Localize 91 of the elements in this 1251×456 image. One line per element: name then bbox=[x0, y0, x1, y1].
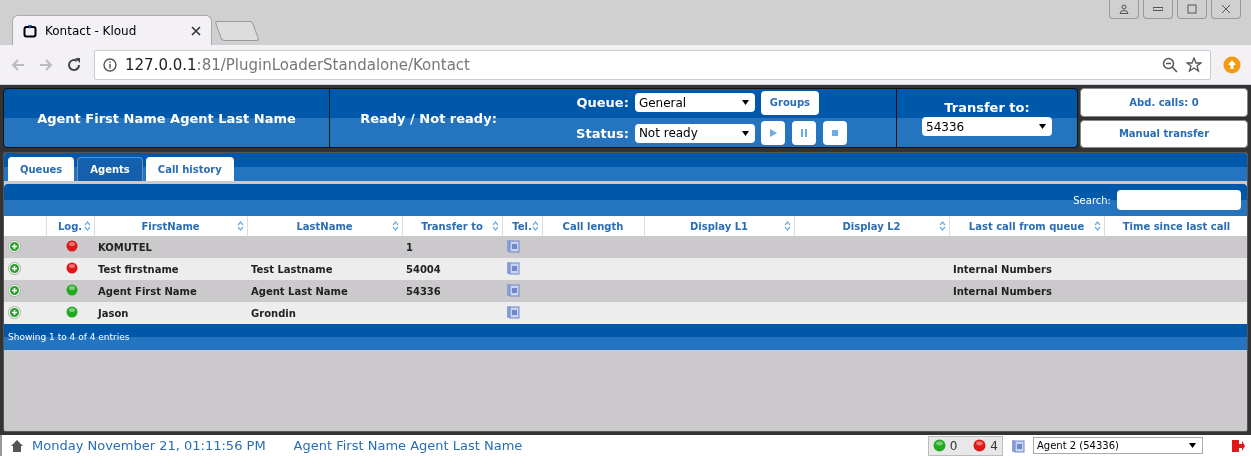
browser-tab[interactable]: Kontact - Kloud bbox=[12, 15, 212, 45]
column-header[interactable]: Call length bbox=[542, 216, 644, 236]
sort-icon[interactable] bbox=[531, 221, 539, 231]
table-cell: Internal Numbers bbox=[953, 263, 1052, 275]
update-icon[interactable] bbox=[1223, 55, 1241, 74]
offline-count: 4 bbox=[990, 438, 998, 453]
sort-icon[interactable] bbox=[938, 221, 946, 231]
table-cell: Agent Last Name bbox=[251, 285, 348, 297]
dropdown-caret-icon[interactable] bbox=[741, 100, 749, 106]
dropdown-caret-icon[interactable] bbox=[1189, 443, 1196, 448]
queue-select[interactable]: General bbox=[634, 93, 755, 113]
search-label: Search: bbox=[1073, 194, 1111, 206]
dropdown-caret-icon[interactable] bbox=[741, 130, 749, 136]
abandoned-calls-button[interactable]: Abd. calls: 0 bbox=[1080, 88, 1248, 117]
tab[interactable]: Queues bbox=[8, 157, 75, 181]
table-cell: Test firstname bbox=[98, 263, 179, 275]
dropdown-caret-icon[interactable] bbox=[1039, 124, 1046, 129]
info-icon[interactable] bbox=[103, 57, 117, 72]
star-icon[interactable] bbox=[1186, 56, 1202, 73]
tab[interactable]: Agents bbox=[77, 157, 143, 181]
sort-icon[interactable] bbox=[236, 221, 244, 231]
table-cell: Agent First Name bbox=[98, 285, 197, 297]
maximize-icon[interactable] bbox=[1177, 0, 1207, 19]
groups-button[interactable]: Groups bbox=[760, 90, 819, 115]
pause-button[interactable] bbox=[791, 121, 816, 146]
close-icon[interactable] bbox=[191, 25, 201, 36]
sort-icon[interactable] bbox=[391, 221, 399, 231]
column-header[interactable]: Tel. bbox=[502, 216, 542, 236]
table-cell: 54004 bbox=[406, 263, 441, 275]
desk-phone-icon bbox=[506, 305, 520, 319]
logout-icon[interactable] bbox=[1231, 438, 1245, 453]
manual-transfer-button[interactable]: Manual transfer bbox=[1080, 119, 1248, 148]
search-field[interactable] bbox=[1117, 190, 1241, 210]
sort-icon[interactable] bbox=[783, 221, 791, 231]
ready-label: Ready / Not ready: bbox=[360, 110, 497, 126]
table-cell: 1 bbox=[406, 241, 413, 253]
play-icon bbox=[768, 129, 777, 138]
column-header[interactable]: FirstName bbox=[94, 216, 247, 236]
table-cell: Internal Numbers bbox=[953, 285, 1052, 297]
add-icon[interactable] bbox=[8, 239, 21, 253]
online-count: 0 bbox=[949, 438, 958, 453]
column-header[interactable]: Last call from queue bbox=[949, 216, 1104, 236]
desk-phone-icon bbox=[506, 283, 520, 297]
table-cell: 54336 bbox=[406, 285, 441, 297]
new-tab-button[interactable] bbox=[214, 21, 260, 41]
column-header[interactable]: LastName bbox=[247, 216, 402, 236]
back-icon[interactable] bbox=[10, 56, 26, 73]
zoom-out-icon[interactable] bbox=[1162, 56, 1178, 73]
column-header[interactable]: Transfer to bbox=[402, 216, 502, 236]
queue-label: Queue: bbox=[575, 95, 629, 111]
status-dot-icon bbox=[932, 439, 946, 452]
minimize-icon[interactable] bbox=[1143, 0, 1173, 19]
table-cell: Grondin bbox=[251, 307, 296, 319]
pause-icon bbox=[799, 129, 808, 138]
stop-button[interactable] bbox=[822, 121, 847, 146]
table-cell: KOMUTEL bbox=[98, 241, 152, 253]
transfer-label: Transfer to: bbox=[944, 100, 1030, 115]
user-icon[interactable] bbox=[1109, 0, 1139, 19]
add-icon[interactable] bbox=[8, 305, 21, 319]
status-select[interactable]: Not ready bbox=[634, 123, 755, 143]
table-cell: Test Lastname bbox=[251, 263, 333, 275]
desk-phone-icon bbox=[506, 261, 520, 275]
column-header[interactable]: Display L1 bbox=[644, 216, 794, 236]
close-icon[interactable] bbox=[1211, 0, 1241, 19]
add-icon[interactable] bbox=[8, 283, 21, 297]
agent-name: Agent First Name Agent Last Name bbox=[37, 110, 296, 126]
stop-icon bbox=[831, 130, 838, 137]
sort-icon[interactable] bbox=[491, 221, 499, 231]
date-time: Monday November 21, 01:11:56 PM bbox=[32, 438, 266, 453]
power-icon bbox=[23, 23, 37, 38]
reload-icon[interactable] bbox=[66, 56, 82, 73]
sort-icon[interactable] bbox=[1093, 221, 1101, 231]
forward-icon[interactable] bbox=[38, 56, 54, 73]
sort-icon[interactable] bbox=[83, 221, 91, 231]
table-cell: Jason bbox=[98, 307, 129, 319]
entries-info: Showing 1 to 4 of 4 entries bbox=[8, 332, 130, 342]
column-header[interactable]: Display L2 bbox=[794, 216, 949, 236]
status-dot-icon bbox=[973, 439, 987, 452]
tab[interactable]: Call history bbox=[145, 157, 234, 181]
home-icon[interactable] bbox=[10, 438, 24, 453]
play-button[interactable] bbox=[760, 121, 785, 146]
address-field[interactable]: 127.0.0.1:81/PluginLoaderStandalone/Kontact bbox=[94, 49, 1211, 80]
agent-name: Agent First Name Agent Last Name bbox=[293, 438, 523, 453]
status-label: Status: bbox=[575, 125, 629, 141]
desk-phone-icon bbox=[506, 239, 520, 253]
desk-phone-icon bbox=[1011, 438, 1025, 453]
column-header[interactable]: Log. bbox=[46, 216, 94, 236]
column-header[interactable]: Time since last call bbox=[1104, 216, 1247, 236]
phone-select[interactable]: Agent 2 (54336) bbox=[1033, 437, 1203, 454]
add-icon[interactable] bbox=[8, 261, 21, 275]
transfer-select[interactable]: 54336 bbox=[922, 117, 1052, 136]
